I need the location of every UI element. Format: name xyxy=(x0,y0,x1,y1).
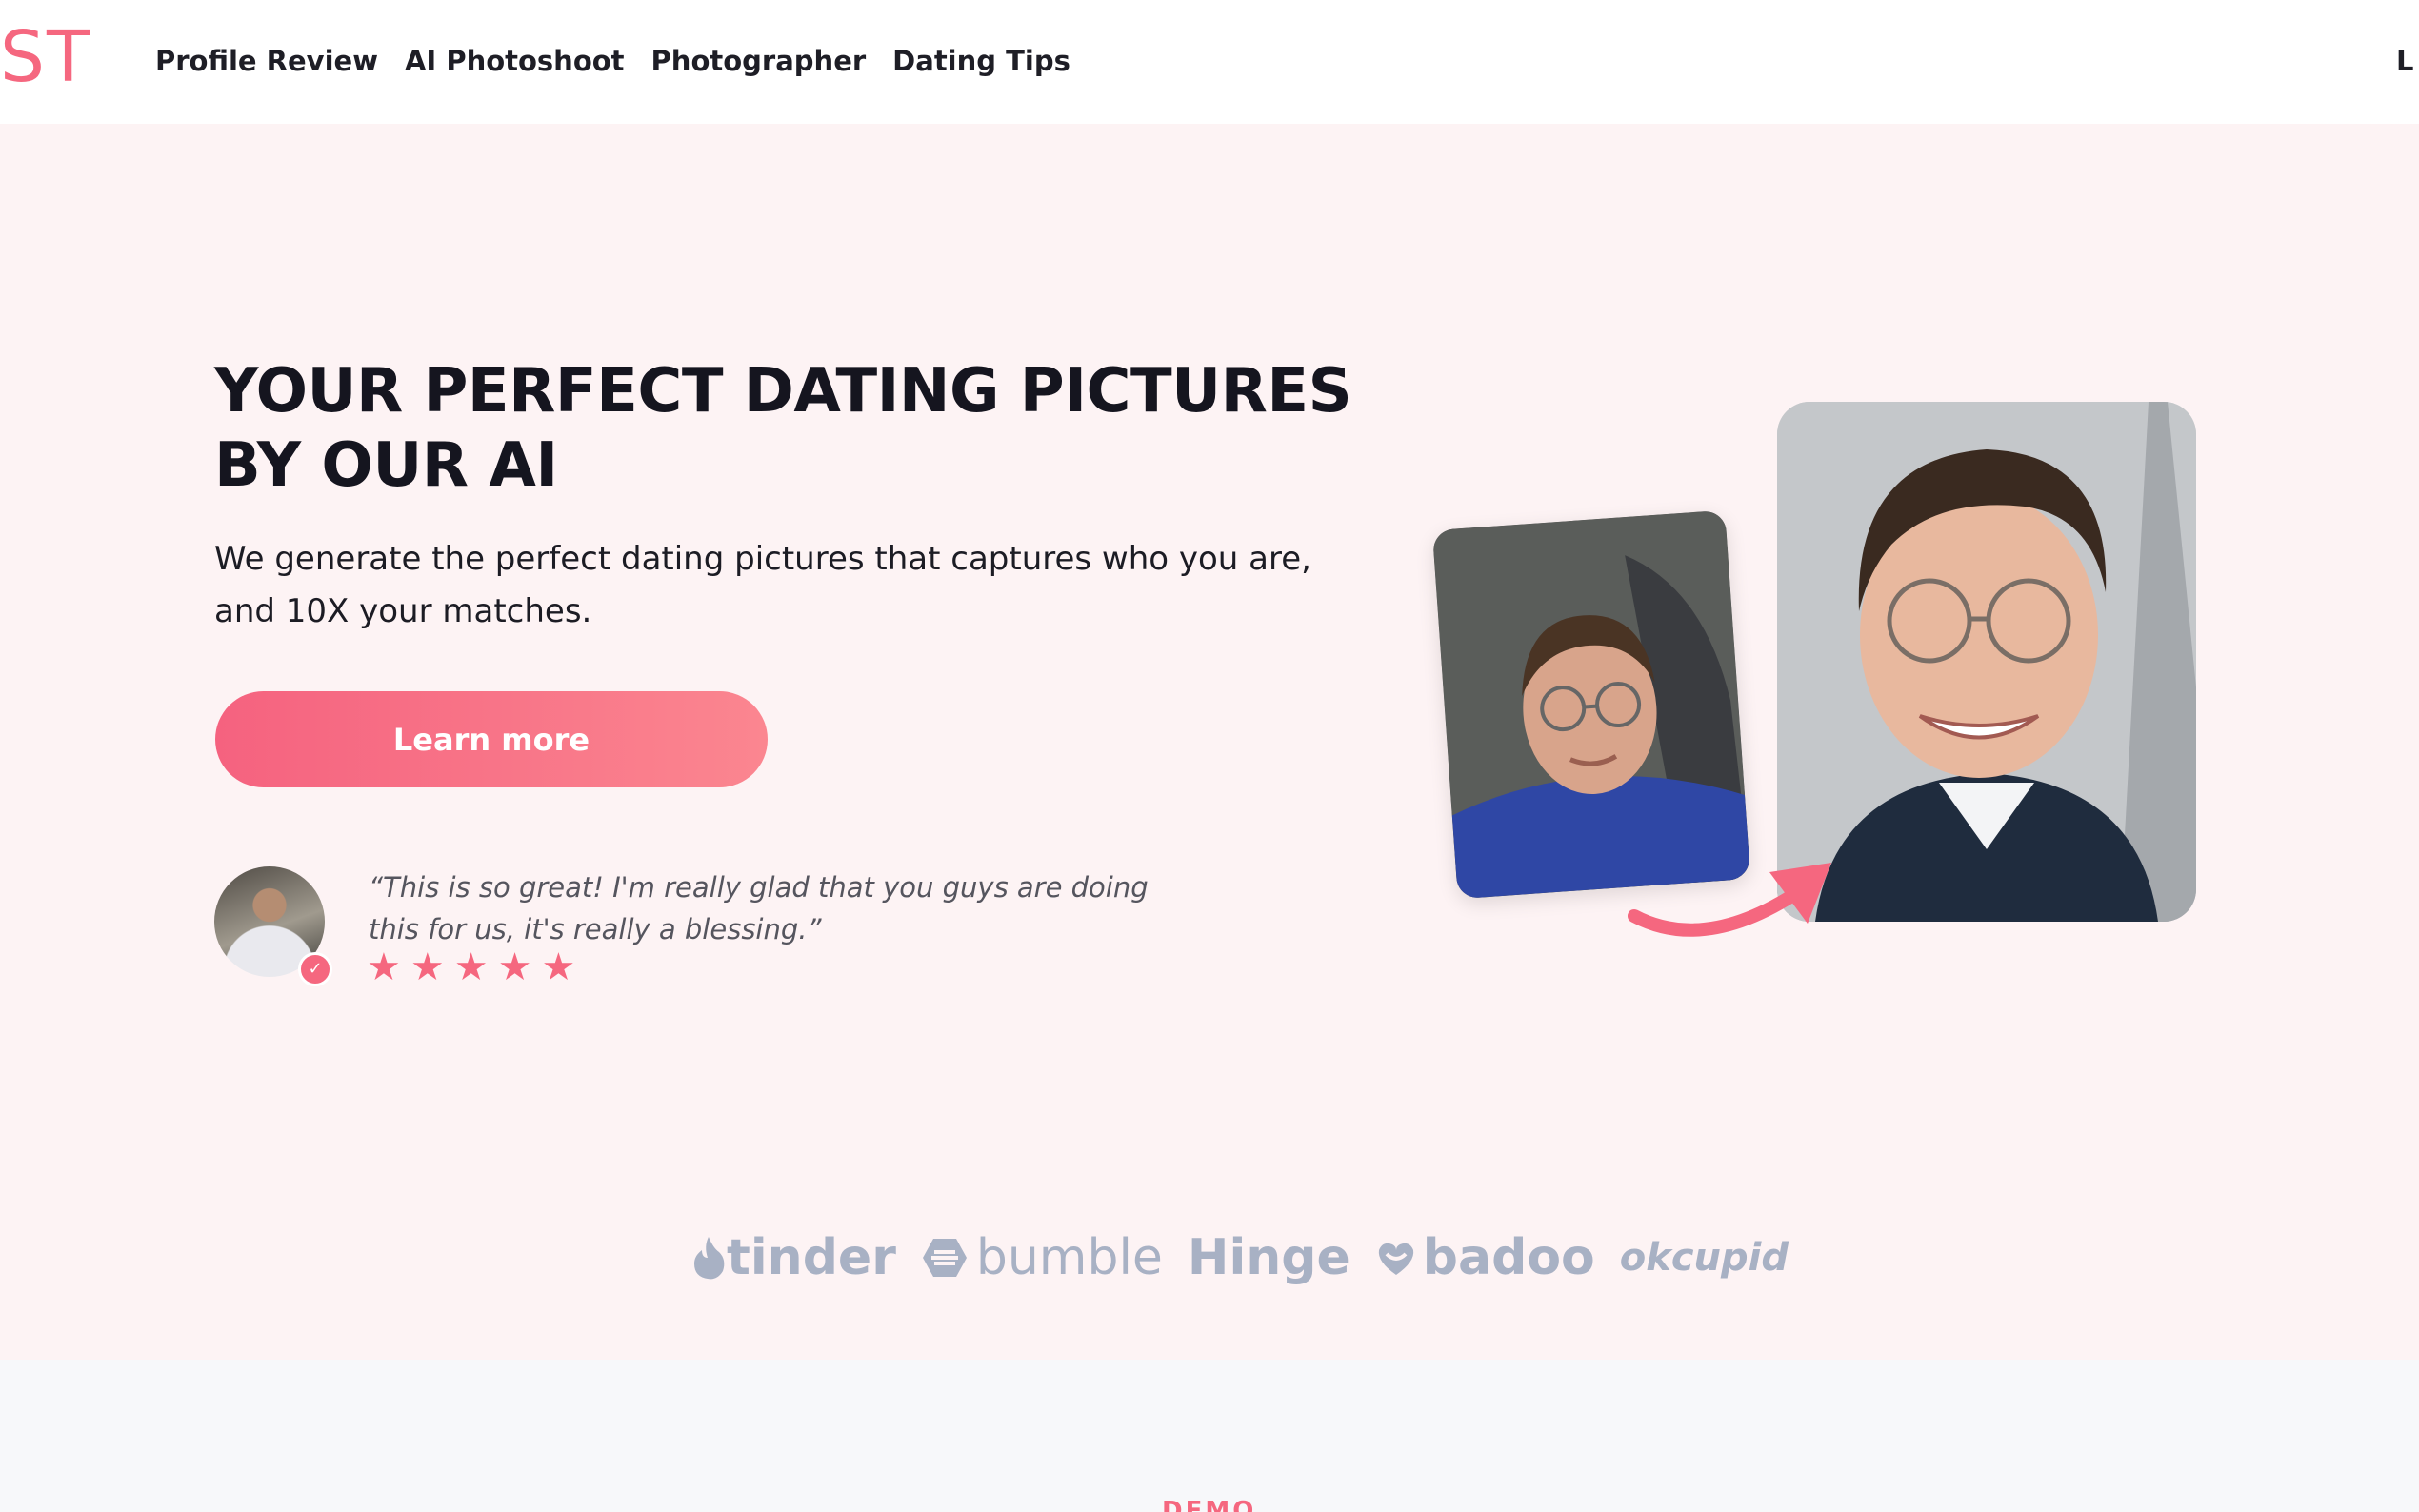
hero-subtitle: We generate the perfect dating pictures … xyxy=(214,540,1311,630)
brand-bumble: bumble xyxy=(921,1229,1163,1286)
star-icon: ★ xyxy=(367,945,401,989)
demo-section xyxy=(0,1360,2419,1512)
brand-tinder: tinder xyxy=(690,1229,896,1286)
star-icon: ★ xyxy=(497,945,532,989)
login-link[interactable]: L xyxy=(2396,42,2419,80)
heart-icon xyxy=(1378,1243,1413,1275)
star-icon: ★ xyxy=(541,945,576,989)
before-photo-illustration xyxy=(1431,509,1751,900)
site-logo[interactable]: ST xyxy=(0,17,91,97)
check-badge-icon: ✓ xyxy=(298,952,332,986)
nav-profile-review[interactable]: Profile Review xyxy=(155,42,378,80)
site-header: ST Profile Review AI Photoshoot Photogra… xyxy=(0,0,2419,124)
brand-hinge: Hinge xyxy=(1187,1229,1350,1286)
brand-badoo: badoo xyxy=(1375,1229,1595,1286)
before-photo xyxy=(1431,509,1751,900)
nav-dating-tips[interactable]: Dating Tips xyxy=(892,42,1070,80)
main-nav: Profile Review AI Photoshoot Photographe… xyxy=(155,42,1097,80)
dating-apps-logos: tinder bumble Hinge badoo okcupid xyxy=(690,1224,1813,1291)
nav-ai-photoshoot[interactable]: AI Photoshoot xyxy=(405,42,625,80)
flame-icon xyxy=(694,1237,725,1280)
star-icon: ★ xyxy=(453,945,489,989)
rating-stars: ★ ★ ★ ★ ★ xyxy=(367,946,575,988)
star-icon: ★ xyxy=(410,945,445,989)
demo-section-label: DEMO xyxy=(1162,1497,1257,1512)
after-photo xyxy=(1777,402,2196,922)
after-photo-illustration xyxy=(1777,402,2196,922)
testimonial: ✓ “This is so great! I'm really glad tha… xyxy=(214,866,1167,990)
hexagon-icon xyxy=(922,1239,967,1277)
nav-photographer[interactable]: Photographer xyxy=(651,42,867,80)
brand-okcupid: okcupid xyxy=(1619,1236,1789,1280)
learn-more-button[interactable]: Learn more xyxy=(215,691,768,787)
hero-title: YOUR PERFECT DATING PICTURES BY OUR AI xyxy=(214,356,1352,501)
transform-arrow-icon xyxy=(1628,863,1831,937)
testimonial-quote: “This is so great! I'm really glad that … xyxy=(369,871,1149,945)
